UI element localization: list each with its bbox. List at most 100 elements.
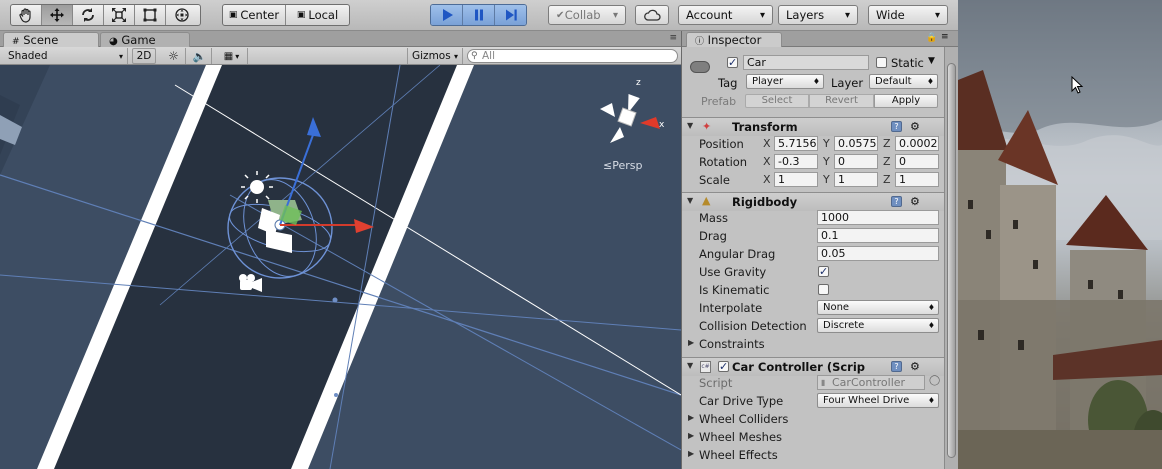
constraints-row[interactable]: ▶ Constraints	[682, 335, 944, 353]
rotation-x-field[interactable]: -0.3	[774, 154, 818, 169]
cloud-button[interactable]	[635, 5, 669, 25]
scale-y-field[interactable]: 1	[834, 172, 878, 187]
collision-detection-row: Collision Detection Discrete	[682, 317, 944, 335]
layer-dropdown[interactable]: Default	[869, 74, 938, 89]
playback-controls	[430, 4, 527, 26]
script-icon: c#	[700, 361, 711, 373]
tab-game[interactable]: ◕ Game	[100, 32, 190, 47]
move-tool-button[interactable]	[42, 5, 73, 25]
inspector-panel: ✓ Car Static ▼ Tag Player Layer Default …	[681, 47, 944, 469]
rotate-icon	[82, 8, 94, 22]
persp-label[interactable]: ≤Persp	[603, 159, 642, 172]
drive-type-row: Car Drive Type Four Wheel Drive	[682, 392, 944, 410]
prefab-label: Prefab	[701, 95, 737, 108]
shading-mode-dropdown[interactable]: Shaded ▾	[4, 48, 128, 64]
scale-x-field[interactable]: 1	[774, 172, 818, 187]
scale-tool-button[interactable]	[104, 5, 135, 25]
pause-button[interactable]	[463, 5, 495, 25]
play-icon	[442, 9, 453, 21]
drive-type-dropdown[interactable]: Four Wheel Drive	[817, 393, 939, 408]
rect-tool-button[interactable]	[135, 5, 166, 25]
space-local-button[interactable]: ▣ Local	[286, 5, 349, 25]
help-icon[interactable]: ?	[891, 121, 902, 132]
audio-toggle-button[interactable]: 🔈	[188, 48, 212, 64]
pivot-center-button[interactable]: ▣ Center	[223, 5, 287, 25]
2d-toggle-button[interactable]: 2D	[132, 48, 156, 64]
transform-header[interactable]: ▼ ✦ Transform ? ⚙	[682, 117, 944, 136]
rotation-z-field[interactable]: 0	[895, 154, 939, 169]
collision-detection-dropdown[interactable]: Discrete	[817, 318, 939, 333]
account-dropdown[interactable]: Account	[678, 5, 773, 25]
lighting-toggle-button[interactable]: ☼	[162, 48, 186, 64]
object-name-field[interactable]: Car	[743, 55, 869, 70]
dropdown-arrow-icon: ▾	[235, 51, 240, 61]
active-checkbox[interactable]: ✓	[727, 57, 738, 68]
help-icon[interactable]: ?	[891, 361, 902, 372]
fold-arrow-right-icon: ▶	[688, 431, 695, 440]
scrollbar-thumb[interactable]	[947, 63, 956, 458]
mass-field[interactable]: 1000	[817, 210, 939, 225]
mouse-cursor-icon	[1071, 76, 1084, 94]
is-kinematic-checkbox[interactable]	[818, 284, 829, 295]
panel-menu-icon[interactable]: ≡	[669, 33, 677, 43]
car-controller-enabled-checkbox[interactable]: ✓	[718, 361, 729, 372]
prefab-select-button[interactable]: Select	[745, 94, 809, 108]
collab-dropdown[interactable]: ✔ Collab	[548, 5, 626, 25]
inspector-scrollbar[interactable]	[944, 47, 958, 469]
presets-icon[interactable]: ⚙	[910, 360, 920, 373]
rotate-tool-button[interactable]	[73, 5, 104, 25]
sun-icon: ☼	[168, 48, 179, 63]
drag-row: Drag 0.1	[682, 227, 944, 245]
drag-field[interactable]: 0.1	[817, 228, 939, 243]
step-button[interactable]	[495, 5, 526, 25]
prefab-apply-button[interactable]: Apply	[874, 94, 938, 108]
wheel-colliders-row[interactable]: ▶ Wheel Colliders	[682, 410, 944, 428]
layout-dropdown[interactable]: Wide	[868, 5, 948, 25]
object-picker-icon[interactable]: ◯	[929, 375, 940, 386]
presets-icon[interactable]: ⚙	[910, 120, 920, 133]
play-button[interactable]	[431, 5, 463, 25]
check-icon: ✓	[719, 360, 729, 373]
tag-dropdown[interactable]: Player	[746, 74, 824, 89]
fold-arrow-right-icon: ▶	[688, 413, 695, 422]
effects-dropdown[interactable]: ▦ ▾	[216, 48, 248, 64]
fold-arrow-right-icon: ▶	[688, 449, 695, 458]
help-icon[interactable]: ?	[891, 196, 902, 207]
position-y-field[interactable]: 0.0575	[834, 136, 878, 151]
rotation-y-field[interactable]: 0	[834, 154, 878, 169]
scene-viewport[interactable]: z x ≤Persp	[0, 65, 681, 469]
layer-label: Layer	[831, 76, 864, 90]
tab-scene[interactable]: # Scene	[3, 32, 99, 47]
wheel-meshes-row[interactable]: ▶ Wheel Meshes	[682, 428, 944, 446]
layers-dropdown[interactable]: Layers	[778, 5, 858, 25]
position-x-field[interactable]: 5.7156	[774, 136, 818, 151]
rotation-row: Rotation X -0.3 Y 0 Z 0	[682, 153, 944, 171]
wheel-effects-row[interactable]: ▶ Wheel Effects	[682, 446, 944, 464]
tab-inspector[interactable]: ⓘ Inspector	[686, 32, 782, 47]
hand-tool-button[interactable]	[11, 5, 42, 25]
panel-menu-icon[interactable]: ≡	[941, 32, 949, 42]
transform-axes-icon: ✦	[702, 120, 712, 133]
presets-icon[interactable]: ⚙	[910, 195, 920, 208]
gizmo-x-label: x	[659, 120, 665, 130]
fold-arrow-icon: ▼	[687, 361, 694, 370]
static-checkbox[interactable]	[876, 57, 887, 68]
prefab-revert-button[interactable]: Revert	[809, 94, 874, 108]
use-gravity-checkbox[interactable]: ✓	[818, 266, 829, 277]
scale-icon	[112, 8, 126, 22]
script-field: ▮ CarController	[817, 375, 925, 390]
scale-z-field[interactable]: 1	[895, 172, 939, 187]
gizmos-dropdown[interactable]: Gizmos ▾	[407, 48, 463, 64]
cloud-icon	[644, 9, 661, 21]
static-dropdown-icon[interactable]: ▼	[928, 56, 935, 66]
interpolate-dropdown[interactable]: None	[817, 300, 939, 315]
lock-icon[interactable]: 🔒	[926, 33, 937, 43]
castle-image	[958, 0, 1162, 469]
position-z-field[interactable]: 0.0002	[895, 136, 939, 151]
position-row: Position X 5.7156 Y 0.0575 Z 0.0002	[699, 136, 939, 151]
rigidbody-icon: ▲	[702, 194, 711, 207]
search-icon: ⚲	[471, 51, 478, 61]
scene-search-input[interactable]: ⚲ All	[467, 49, 678, 63]
transform-tool-button[interactable]	[166, 5, 197, 25]
angular-drag-field[interactable]: 0.05	[817, 246, 939, 261]
